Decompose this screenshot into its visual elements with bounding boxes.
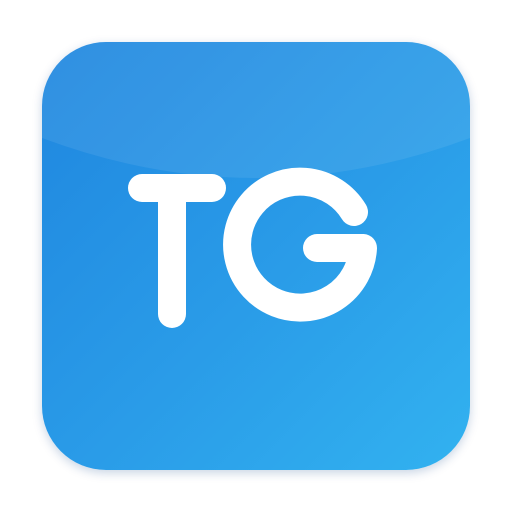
tg-monogram-logo	[128, 167, 377, 328]
icon-canvas: TG	[0, 0, 512, 512]
app-icon[interactable]: TG	[42, 42, 470, 470]
g-stroke	[223, 167, 377, 322]
